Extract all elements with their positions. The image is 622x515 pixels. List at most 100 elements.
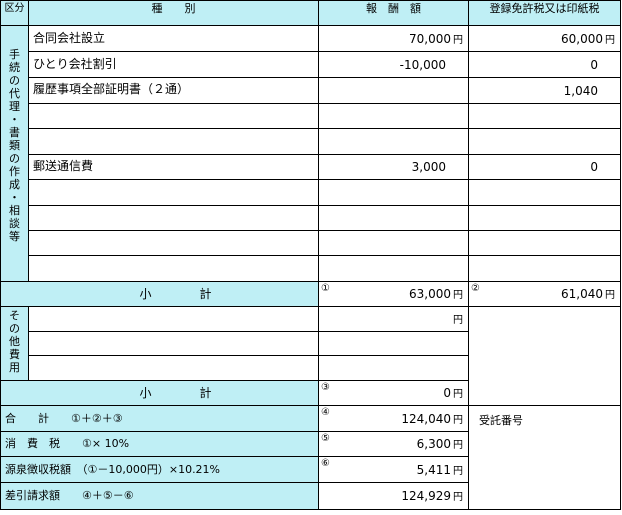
tax-cell-1: 60,000 円 bbox=[469, 26, 621, 52]
yen-unit: 円 bbox=[453, 315, 463, 326]
tax-cell-5 bbox=[469, 129, 621, 155]
receipt-number-cell: 受託番号 bbox=[469, 406, 621, 510]
section1-subtotal-label-cell: 小 計 bbox=[0, 282, 319, 307]
fee-cell-5 bbox=[319, 129, 469, 155]
header-fee-cell: 報 酬 額 bbox=[319, 0, 469, 26]
item-row-5 bbox=[29, 129, 319, 155]
section2-label-cell: その他費用 bbox=[0, 307, 29, 381]
tax-value: 1,040 bbox=[563, 84, 598, 98]
header-type: 種 別 bbox=[151, 2, 196, 15]
header-stamp-tax: 登録免許税又は印紙税 bbox=[489, 2, 600, 15]
billing-value-cell: 124,929 円 bbox=[319, 483, 469, 510]
item-row-9 bbox=[29, 231, 319, 256]
fee-cell-4 bbox=[319, 104, 469, 129]
yen-unit: 円 bbox=[453, 290, 463, 301]
yen-unit: 円 bbox=[453, 466, 463, 477]
item-row-7 bbox=[29, 180, 319, 206]
fee-cell-10 bbox=[319, 256, 469, 282]
withholding-label: 源泉徴収税額 （①－10,000円）×10.21% bbox=[5, 463, 221, 476]
yen-unit: 円 bbox=[453, 415, 463, 426]
section1-label-cell: 手続の代理・書類の作成・相談等 bbox=[0, 26, 29, 282]
section2-subtotal-cell: ③ 0円 bbox=[319, 381, 469, 406]
yen-unit: 円 bbox=[453, 492, 463, 503]
tax-value: 0 bbox=[590, 58, 598, 72]
section2-subtotal-value: 0 bbox=[443, 386, 451, 400]
item-name: 履歴事項全部証明書（２通） bbox=[33, 82, 190, 96]
fee-cell-8 bbox=[319, 206, 469, 231]
total-label-cell: 合 計 ①＋②＋③ bbox=[0, 406, 319, 432]
receipt-number-label: 受託番号 bbox=[479, 414, 523, 427]
header-stamp-tax-cell: 登録免許税又は印紙税 bbox=[469, 0, 621, 26]
fee-value: -10,000 bbox=[399, 58, 446, 72]
withholding-value: 5,411 bbox=[416, 463, 451, 477]
billing-label: 差引請求額 ④＋⑤－⑥ bbox=[5, 489, 134, 502]
item-row-4 bbox=[29, 104, 319, 129]
withholding-label-cell: 源泉徴収税額 （①－10,000円）×10.21% bbox=[0, 457, 319, 483]
tax-cell-3: 1,040 bbox=[469, 78, 621, 104]
other-item-row-1 bbox=[29, 307, 319, 332]
section2-subtotal-label: 小 計 bbox=[139, 386, 212, 400]
yen-unit: 円 bbox=[605, 290, 615, 301]
consumption-tax-value-cell: ⑤ 6,300 円 bbox=[319, 432, 469, 457]
fee-cell-2: -10,000 bbox=[319, 52, 469, 78]
header-category: 区分 bbox=[4, 3, 25, 14]
tax-cell-4 bbox=[469, 104, 621, 129]
tax-value: 60,000 bbox=[561, 32, 603, 46]
other-item-row-2 bbox=[29, 332, 319, 356]
billing-value: 124,929 bbox=[401, 489, 451, 503]
header-category-cell: 区分 bbox=[0, 0, 29, 26]
tax-cell-8 bbox=[469, 206, 621, 231]
fee-cell-1: 70,000 円 bbox=[319, 26, 469, 52]
yen-unit: 円 bbox=[453, 389, 463, 400]
fee-value: 3,000 bbox=[411, 160, 446, 174]
tax-cell-10 bbox=[469, 256, 621, 282]
circled-mark: ⑥ bbox=[321, 458, 330, 469]
tax-cell-7 bbox=[469, 180, 621, 206]
item-name: 郵送通信費 bbox=[33, 159, 94, 173]
other-tax-blank-cell bbox=[469, 307, 621, 406]
item-row-6: 郵送通信費 bbox=[29, 155, 319, 180]
fee-cell-7 bbox=[319, 180, 469, 206]
item-row-1: 合同会社設立 bbox=[29, 26, 319, 52]
circled-mark: ④ bbox=[321, 407, 330, 418]
item-row-2: ひとり会社割引 bbox=[29, 52, 319, 78]
section1-subtotal-label: 小 計 bbox=[139, 287, 212, 301]
fee-cell-9 bbox=[319, 231, 469, 256]
fee-value: 70,000 bbox=[409, 32, 451, 46]
item-name: 合同会社設立 bbox=[33, 31, 106, 45]
other-fee-cell-2 bbox=[319, 332, 469, 356]
fee-statement-table: 区分 種 別 報 酬 額 登録免許税又は印紙税 手続の代理・書類の作成・相談等 … bbox=[0, 0, 621, 510]
total-value: 124,040 bbox=[401, 412, 451, 426]
total-label: 合 計 ①＋②＋③ bbox=[5, 412, 123, 425]
fee-cell-6: 3,000 bbox=[319, 155, 469, 180]
item-row-8 bbox=[29, 206, 319, 231]
subtotal-fee-cell: ① 63,000 円 bbox=[319, 282, 469, 307]
header-type-cell: 種 別 bbox=[29, 0, 319, 26]
section2-label: その他費用 bbox=[9, 309, 20, 374]
subtotal-tax-cell: ② 61,040 円 bbox=[469, 282, 621, 307]
tax-cell-2: 0 bbox=[469, 52, 621, 78]
section1-label: 手続の代理・書類の作成・相談等 bbox=[9, 48, 20, 243]
header-fee: 報 酬 額 bbox=[366, 2, 421, 15]
total-value-cell: ④ 124,040 円 bbox=[319, 406, 469, 432]
yen-unit: 円 bbox=[453, 35, 463, 46]
yen-unit: 円 bbox=[605, 35, 615, 46]
withholding-value-cell: ⑥ 5,411 円 bbox=[319, 457, 469, 483]
other-fee-cell-3 bbox=[319, 356, 469, 381]
circled-mark: ③ bbox=[321, 382, 330, 393]
consumption-tax-value: 6,300 bbox=[416, 437, 451, 451]
subtotal-tax-value: 61,040 bbox=[561, 287, 603, 301]
subtotal-fee-value: 63,000 bbox=[409, 287, 451, 301]
fee-cell-3 bbox=[319, 78, 469, 104]
item-name: ひとり会社割引 bbox=[33, 57, 117, 71]
circled-mark: ① bbox=[321, 283, 330, 294]
billing-label-cell: 差引請求額 ④＋⑤－⑥ bbox=[0, 483, 319, 510]
circled-mark: ⑤ bbox=[321, 433, 330, 444]
consumption-tax-label: 消 費 税 ①× 10% bbox=[5, 437, 130, 450]
tax-cell-9 bbox=[469, 231, 621, 256]
yen-unit: 円 bbox=[453, 440, 463, 451]
circled-mark: ② bbox=[471, 283, 480, 294]
tax-cell-6: 0 bbox=[469, 155, 621, 180]
section2-subtotal-label-cell: 小 計 bbox=[0, 381, 319, 406]
consumption-tax-label-cell: 消 費 税 ①× 10% bbox=[0, 432, 319, 457]
